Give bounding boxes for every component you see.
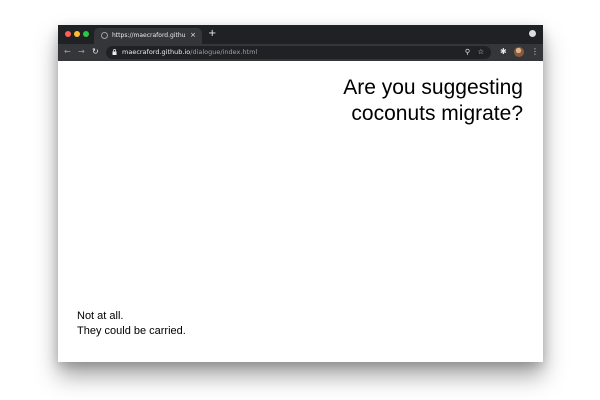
minimize-window-button[interactable] — [74, 31, 80, 37]
page-content: Are you suggesting coconuts migrate? Not… — [58, 61, 543, 362]
maximize-window-button[interactable] — [83, 31, 89, 37]
url-path: /dialogue/index.html — [190, 48, 258, 56]
url-text[interactable]: maecraford.github.io/dialogue/index.html — [122, 48, 257, 57]
tab-title: https://maecraford.github.io/di — [112, 32, 186, 39]
new-tab-button[interactable]: + — [208, 28, 216, 40]
answer-line-2: They could be carried. — [77, 325, 186, 337]
address-bar[interactable]: maecraford.github.io/dialogue/index.html… — [106, 46, 491, 59]
reload-icon[interactable]: ↻ — [92, 47, 99, 57]
browser-tab[interactable]: https://maecraford.github.io/di × — [94, 28, 202, 44]
lock-icon — [112, 49, 117, 55]
bookmark-star-icon[interactable]: ☆ — [478, 48, 484, 57]
browser-menu-icon[interactable]: ⋮ — [531, 47, 539, 57]
url-host: maecraford.github.io — [122, 48, 191, 56]
back-icon[interactable]: ← — [64, 47, 71, 57]
question-line-1: Are you suggesting — [343, 76, 523, 99]
profile-avatar[interactable] — [514, 47, 524, 57]
globe-icon — [101, 32, 108, 39]
extensions-puzzle-icon[interactable]: ✱ — [500, 47, 507, 57]
browser-toolbar: ← → ↻ maecraford.github.io/dialogue/inde… — [58, 44, 543, 61]
tab-strip: https://maecraford.github.io/di × + — [58, 25, 543, 44]
dialogue-question: Are you suggesting coconuts migrate? — [263, 75, 523, 127]
dialogue-answer: Not at all. They could be carried. — [77, 309, 297, 339]
browser-window: https://maecraford.github.io/di × + ← → … — [58, 25, 543, 362]
tab-search-icon[interactable] — [529, 30, 536, 37]
question-line-2: coconuts migrate? — [351, 102, 523, 125]
close-window-button[interactable] — [65, 31, 71, 37]
answer-line-1: Not at all. — [77, 310, 124, 322]
screenshot-stage: https://maecraford.github.io/di × + ← → … — [0, 0, 600, 400]
forward-icon[interactable]: → — [78, 47, 85, 57]
zoom-icon[interactable]: ⚲ — [465, 48, 470, 57]
tab-close-icon[interactable]: × — [190, 31, 196, 40]
